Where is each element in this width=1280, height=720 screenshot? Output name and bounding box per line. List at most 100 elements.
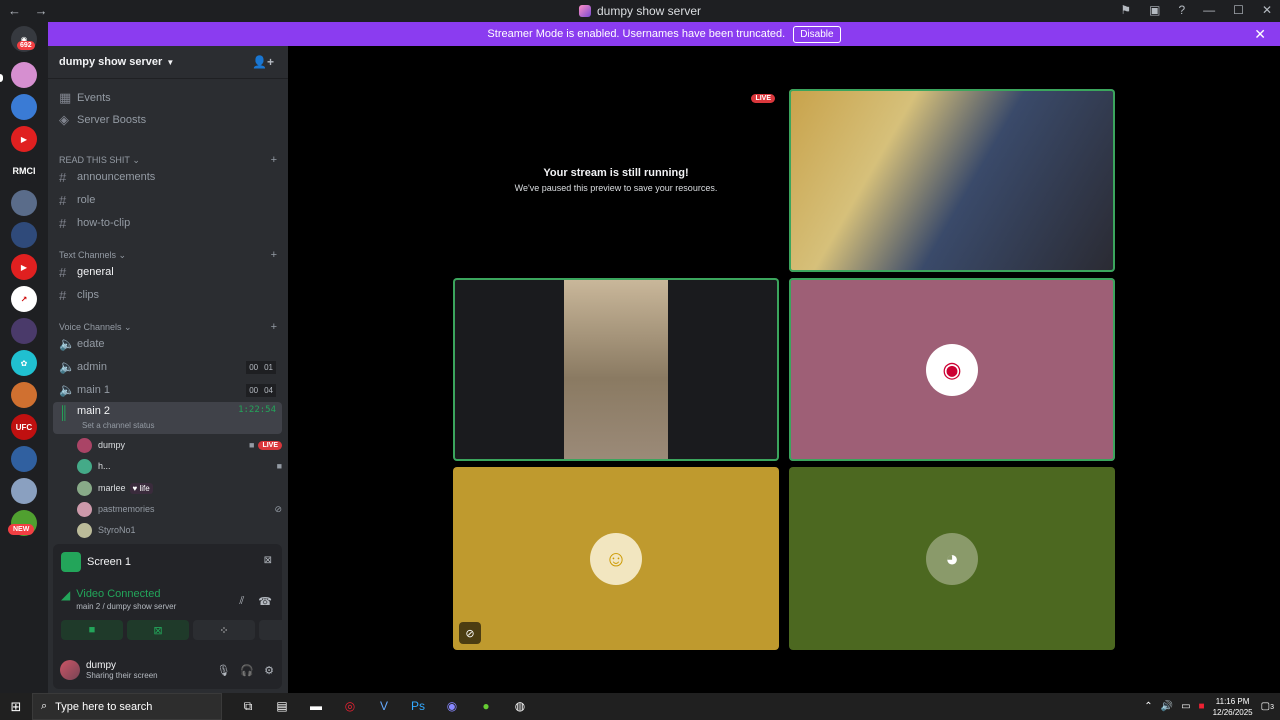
server-icon-11[interactable] [11,382,37,408]
avatar-tile-1[interactable]: ◉ [789,278,1115,461]
voice-main-1[interactable]: 🔈 main 1 00 04 [53,379,282,401]
app-icon-1[interactable]: ▤ [272,699,292,714]
headphones-icon[interactable]: 🎧 [240,664,254,677]
channel-sidebar: dumpy show server ▼ 👤+ ▦ Events ◈ Server B… [48,46,321,693]
server-header[interactable]: dumpy show server ▼ 👤+ [48,46,288,79]
add-channel-icon[interactable]: + [271,321,277,333]
gear-icon[interactable]: ⚙ [264,664,274,677]
category-text-channels[interactable]: Text Channels ⌄ + [59,249,277,261]
disable-button[interactable]: Disable [793,25,841,43]
maximize-button[interactable]: ☐ [1233,3,1244,17]
avatar-tile-2[interactable]: ☺ ⊘ [453,467,779,650]
user-status: Sharing their screen [86,671,158,680]
chevron-up-icon[interactable]: ⌃ [1144,701,1152,712]
obs-icon[interactable]: ◍ [510,699,530,714]
noise-suppression-icon[interactable]: ⫽ [239,595,244,608]
help-icon[interactable]: ? [1178,3,1185,17]
server-icon-2[interactable] [11,94,37,120]
task-view-icon[interactable]: ⧉ [238,699,258,714]
chevron-down-icon: ▼ [166,57,175,67]
vegas-icon[interactable]: V [374,699,394,714]
network-icon[interactable]: ▭ [1181,701,1190,712]
boosts-label: Server Boosts [77,114,147,126]
voice-user-dumpy[interactable]: dumpy ■ LIVE [77,435,282,455]
close-button[interactable]: ✕ [1262,3,1272,17]
start-button[interactable]: ⊞ [0,699,32,715]
notifications-icon[interactable]: ▢3 [1261,701,1274,712]
avatar[interactable] [60,660,80,680]
category-read-this[interactable]: READ THIS SHIT ⌄ + [59,154,277,166]
channel-role[interactable]: # role [53,189,282,211]
inbox-icon[interactable]: ⚑ [1120,3,1131,17]
forward-button[interactable]: → [35,3,48,18]
opera-icon[interactable]: ◎ [340,699,360,714]
app-tray-icon[interactable]: ■ [1199,701,1205,712]
voice-main-2[interactable]: ║ main 2 1:22:54 Set a channel status [53,402,282,434]
disconnect-icon[interactable]: ☎ [258,595,272,608]
window-title-text: dumpy show server [596,4,702,18]
channel-announcements[interactable]: # announcements [53,166,282,188]
server-icon-12[interactable]: UFC [11,414,37,440]
server-icon-6[interactable] [11,222,37,248]
avatar-tile-3[interactable]: ◕ [789,467,1115,650]
boosts-item[interactable]: ◈ Server Boosts [53,109,282,131]
video-stage: LIVE Your stream is still running! We've… [288,46,1280,693]
server-icon-1[interactable] [11,62,37,88]
stop-stream-icon[interactable]: ⊠ [264,555,272,566]
screen-icon[interactable]: ▣ [1149,3,1160,17]
camera-button[interactable]: ■ [61,620,123,640]
avatar [77,458,92,474]
channel-how-to-clip[interactable]: # how-to-clip [53,212,282,234]
screen-share-item[interactable]: Screen 1 [61,552,131,572]
channel-clips[interactable]: # clips [53,284,282,306]
app-icon-green[interactable]: ● [476,699,496,714]
voice-edate[interactable]: 🔈 edate [53,333,282,355]
server-icon-8[interactable]: ↗ [11,286,37,312]
vc-title[interactable]: Video Connected [76,588,176,600]
discord-icon[interactable]: ◉ [442,699,462,714]
add-channel-icon[interactable]: + [271,249,277,261]
server-icon-3[interactable]: ▶ [11,126,37,152]
stream-paused-tile[interactable]: LIVE Your stream is still running! We've… [453,89,779,271]
server-icon-14[interactable] [11,478,37,504]
webcam-feed [564,280,668,459]
server-icon-9[interactable] [11,318,37,344]
file-explorer-icon[interactable]: ▬ [306,699,326,714]
server-icon-5[interactable] [11,190,37,216]
voice-user-pastmemories[interactable]: pastmemories ⊘ [77,499,282,519]
invite-icon[interactable]: 👤+ [252,55,274,69]
back-button[interactable]: ← [8,3,21,18]
system-tray: ⌃ 🔊 ▭ ■ 11:16 PM 12/26/2025 ▢3 [1144,696,1274,718]
server-icon-rmcl[interactable]: RMCI [11,158,37,184]
webcam-tile-streamer[interactable] [789,89,1115,272]
add-channel-icon[interactable]: + [271,154,277,166]
voice-user-styrono1[interactable]: StyroNo1 [77,520,282,540]
volume-icon[interactable]: 🔊 [1161,701,1173,712]
screen-share-button[interactable]: ⊠ [127,620,189,640]
server-icon-10[interactable]: ✿ [11,350,37,376]
photoshop-icon[interactable]: Ps [408,699,428,714]
voice-user-h[interactable]: h... ■ [77,456,282,476]
voice-admin[interactable]: 🔈 admin 00 01 [53,356,282,378]
vc-subtitle[interactable]: main 2 / dumpy show server [76,602,176,611]
server-icon-7[interactable]: ▶ [11,254,37,280]
clock[interactable]: 11:16 PM 12/26/2025 [1213,696,1253,718]
user-name: dumpy [98,440,126,450]
nav-buttons: ← → [8,3,58,18]
activities-button[interactable]: ⁘ [193,620,255,640]
webcam-tile-user[interactable] [453,278,779,461]
category-voice-channels[interactable]: Voice Channels ⌄ + [59,321,277,333]
events-item[interactable]: ▦ Events [53,87,282,109]
taskbar-search[interactable]: ⌕ Type here to search [32,693,222,720]
channel-label: how-to-clip [77,217,131,229]
minimize-button[interactable]: — [1203,3,1215,17]
channel-status[interactable]: Set a channel status [82,421,155,430]
channel-general[interactable]: # general [53,261,282,283]
mic-icon[interactable]: 🎙 [216,664,230,677]
user-tag-text: life [139,483,150,493]
count-current: 00 [246,360,262,374]
channel-label: main 2 [77,405,111,417]
server-icon-13[interactable] [11,446,37,472]
voice-user-marlee[interactable]: marlee ♥ life [77,478,282,498]
banner-close-icon[interactable]: ✕ [1254,26,1266,43]
